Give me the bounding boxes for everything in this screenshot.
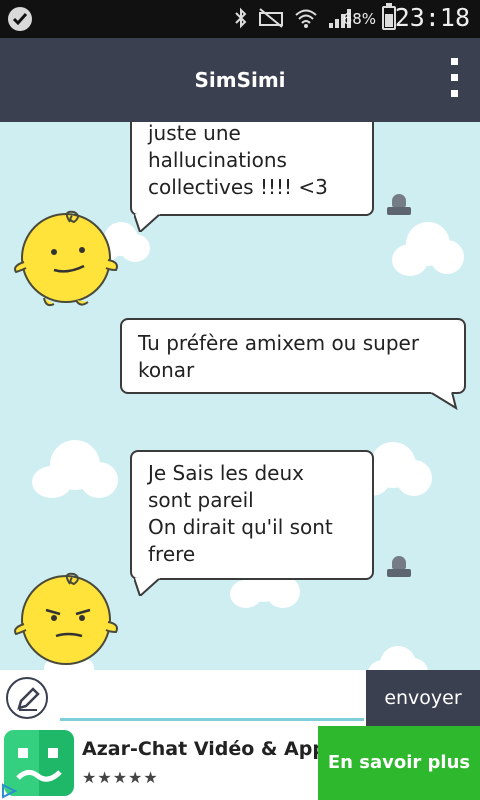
message-input-bar: envoyer: [0, 670, 480, 726]
cloud-decoration: [392, 222, 464, 276]
message-line: juste une: [148, 122, 241, 145]
ad-choices-icon[interactable]: [0, 782, 18, 800]
message-line: sont pareil: [148, 488, 254, 512]
battery-percent: 68%: [342, 10, 376, 28]
pencil-icon[interactable]: [6, 677, 48, 719]
mute-icon: [259, 8, 283, 28]
ad-title[interactable]: Azar-Chat Vidéo & App...: [82, 738, 348, 760]
report-icon[interactable]: [387, 194, 411, 216]
bubble-tail: [429, 392, 458, 410]
wifi-icon: [295, 9, 317, 28]
chat-area[interactable]: juste une hallucinations collectives !!!…: [0, 122, 480, 670]
ad-banner[interactable]: Azar-Chat Vidéo & App... ★★★★★ En savoir…: [0, 726, 480, 800]
message-line: Tu préfère amixem ou super: [138, 331, 420, 355]
message-line: frere: [148, 542, 196, 566]
app-header: SimSimi: [0, 38, 480, 122]
more-vertical-icon[interactable]: [448, 58, 460, 102]
message-line: Je Sais les deux: [148, 461, 304, 485]
simsimi-message-bubble[interactable]: juste une hallucinations collectives !!!…: [130, 122, 374, 216]
message-line: hallucinations: [148, 148, 287, 172]
message-line: collectives !!!! <3: [148, 175, 328, 199]
ad-rating: ★★★★★: [82, 768, 159, 787]
simsimi-message-bubble[interactable]: Je Sais les deux sont pareil On dirait q…: [130, 450, 374, 580]
clock: 23:18: [394, 3, 470, 32]
send-button[interactable]: envoyer: [366, 670, 480, 726]
message-input[interactable]: [60, 682, 364, 721]
report-icon[interactable]: [387, 556, 411, 578]
bluetooth-icon: [235, 7, 247, 29]
simsimi-avatar: [14, 572, 118, 665]
message-line: On dirait qu'il sont: [148, 515, 333, 539]
ad-cta-button[interactable]: En savoir plus: [318, 726, 480, 800]
simsimi-avatar: [14, 210, 118, 307]
app-check-icon: [8, 7, 32, 31]
bubble-tail: [134, 214, 161, 232]
bubble-tail: [134, 578, 161, 596]
status-bar: 68% 23:18: [0, 0, 480, 38]
app-title: SimSimi: [194, 68, 286, 92]
cloud-decoration: [32, 440, 118, 498]
user-message-bubble[interactable]: Tu préfère amixem ou super konar: [120, 318, 466, 394]
message-line: konar: [138, 358, 195, 382]
cloud-decoration: [368, 646, 428, 670]
